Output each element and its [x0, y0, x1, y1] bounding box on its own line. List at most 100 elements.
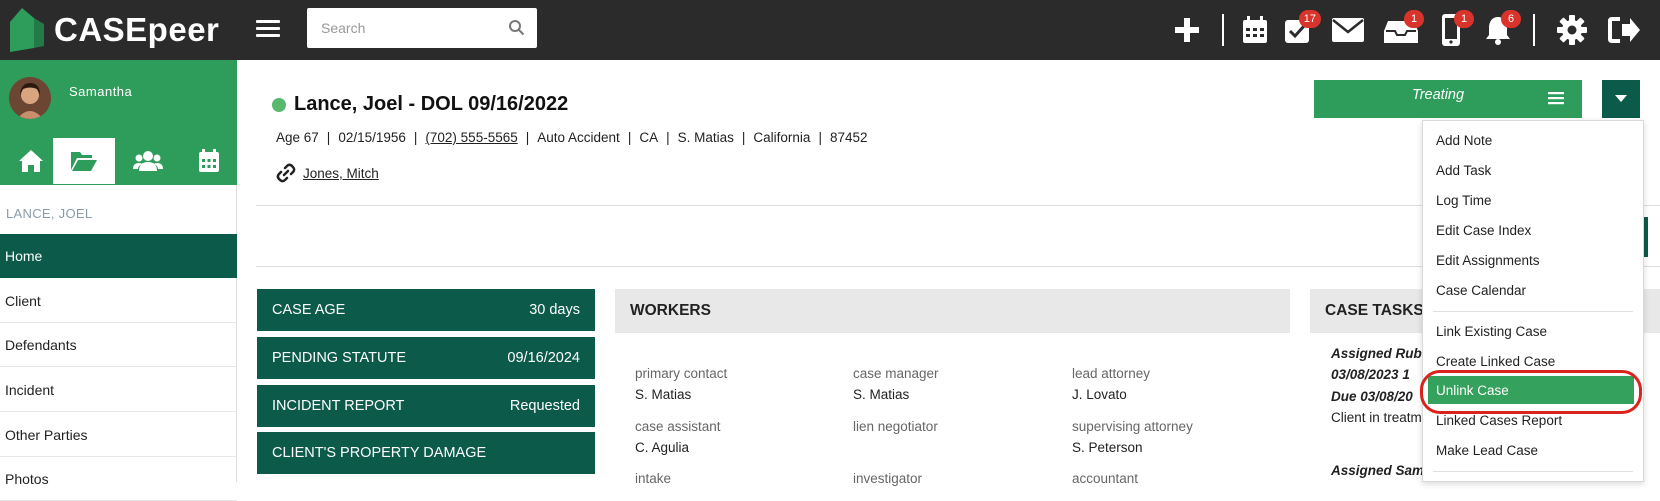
user-name: Samantha	[69, 84, 133, 99]
stat-value: Requested	[509, 398, 580, 414]
stat-incident-report[interactable]: INCIDENT REPORT Requested	[257, 385, 595, 427]
task-date: 03/08/2023 1	[1331, 367, 1410, 382]
stat-value: 09/16/2024	[507, 350, 580, 366]
folder-icon	[71, 152, 97, 171]
case-state: California	[753, 130, 811, 145]
stat-property-damage[interactable]: CLIENT'S PROPERTY DAMAGE	[257, 432, 595, 474]
sidebar-item-defendants[interactable]: Defendants	[0, 323, 237, 367]
worker-label: lien negotiator	[853, 419, 938, 434]
stat-case-age[interactable]: CASE AGE 30 days	[257, 289, 595, 331]
hamburger-icon[interactable]	[256, 16, 280, 40]
worker-value: C. Agulia	[635, 440, 690, 455]
stat-label: CASE AGE	[272, 302, 346, 318]
worker-value: S. Peterson	[1072, 440, 1143, 455]
workers-header: WORKERS	[615, 289, 1290, 333]
case-state-code: CA	[639, 130, 659, 145]
worker-label: case manager	[853, 366, 939, 381]
worker-value: S. Matias	[635, 387, 692, 402]
case-actions-dropdown-button[interactable]	[1602, 80, 1640, 118]
phone-badge: 1	[1454, 10, 1474, 28]
task-due: Due 03/08/20	[1331, 389, 1413, 404]
gear-icon[interactable]	[1555, 13, 1589, 47]
users-icon	[133, 151, 163, 171]
logo[interactable]: CASEpeer	[10, 6, 219, 54]
menu-item-link-existing-case[interactable]: Link Existing Case	[1423, 317, 1643, 345]
linked-contact-link[interactable]: Jones, Mitch	[303, 166, 379, 181]
sidebar-item-other-parties[interactable]: Other Parties	[0, 413, 237, 457]
calendar-icon[interactable]	[1238, 13, 1272, 47]
top-bar: CASEpeer 17 1 1 6	[0, 0, 1660, 60]
sidebar-item-home[interactable]: Home	[0, 234, 237, 278]
case-zip: 87452	[829, 130, 868, 145]
divider	[1533, 14, 1535, 46]
case-title: Lance, Joel - DOL 09/16/2022	[294, 93, 569, 115]
avatar[interactable]	[9, 77, 51, 119]
task-assigned: Assigned Rub	[1331, 346, 1422, 361]
case-age: Age 67	[276, 130, 319, 145]
phone-icon[interactable]: 1	[1434, 10, 1474, 47]
home-icon	[19, 150, 43, 172]
tab-cases[interactable]	[53, 138, 115, 184]
menu-item-add-task[interactable]: Add Task	[1423, 156, 1643, 184]
tasks-check-icon[interactable]: 17	[1281, 10, 1321, 47]
inbox-icon[interactable]: 1	[1384, 10, 1424, 47]
sidebar: Samantha LANCE, JOEL Home Client Defenda…	[0, 60, 237, 501]
case-phone-link[interactable]: (702) 555-5565	[425, 130, 517, 145]
stat-pending-statute[interactable]: PENDING STATUTE 09/16/2024	[257, 337, 595, 379]
notifications-badge: 6	[1501, 10, 1521, 28]
menu-divider	[1433, 311, 1633, 312]
search-box[interactable]	[307, 8, 537, 48]
worker-value: S. Matias	[853, 387, 910, 402]
stat-label: PENDING STATUTE	[272, 350, 406, 366]
case-status-dot	[272, 98, 286, 112]
linked-contact: Jones, Mitch	[276, 163, 379, 183]
case-dob: 02/15/1956	[338, 130, 406, 145]
mail-icon[interactable]	[1331, 13, 1365, 47]
menu-item-edit-assignments[interactable]: Edit Assignments	[1423, 246, 1643, 274]
menu-item-log-time[interactable]: Log Time	[1423, 186, 1643, 214]
case-assignee: S. Matias	[677, 130, 734, 145]
worker-label: intake	[635, 471, 672, 486]
worker-label: investigator	[853, 471, 923, 486]
menu-divider	[1433, 471, 1633, 472]
highlight-annotation	[1420, 370, 1642, 414]
inbox-badge: 1	[1404, 10, 1424, 28]
logo-icon	[10, 8, 44, 52]
bell-icon[interactable]: 6	[1481, 10, 1521, 47]
case-info-line: Age 67 | 02/15/1956 | (702) 555-5565 | Auto Ac…	[276, 130, 868, 145]
menu-item-case-calendar[interactable]: Case Calendar	[1423, 276, 1643, 304]
task-assigned: Assigned Sam	[1331, 463, 1425, 478]
calendar-tab-icon	[199, 149, 219, 172]
sidebar-header: Samantha	[0, 60, 237, 185]
menu-item-edit-case-index[interactable]: Edit Case Index	[1423, 216, 1643, 244]
logout-icon[interactable]	[1607, 13, 1641, 47]
sidebar-item-photos[interactable]: Photos	[0, 457, 237, 501]
stat-label: CLIENT'S PROPERTY DAMAGE	[272, 445, 487, 461]
tab-calendar[interactable]	[178, 138, 240, 184]
stat-value: 30 days	[529, 302, 580, 318]
app-name: CASEpeer	[54, 11, 220, 48]
worker-label: case assistant	[635, 419, 721, 434]
menu-item-make-lead-case[interactable]: Make Lead Case	[1423, 436, 1643, 464]
worker-label: primary contact	[635, 366, 728, 381]
menu-item-add-note[interactable]: Add Note	[1423, 126, 1643, 154]
task-description: Client in treatm	[1331, 410, 1422, 425]
case-type: Auto Accident	[537, 130, 620, 145]
case-actions-menu: Add Note Add Task Log Time Edit Case Ind…	[1422, 120, 1644, 482]
sidebar-case-name: LANCE, JOEL	[6, 206, 93, 221]
case-status-button[interactable]: Treating	[1314, 80, 1582, 118]
search-input[interactable]	[321, 8, 501, 48]
menu-lines-icon	[1548, 92, 1564, 105]
search-icon[interactable]	[508, 19, 525, 36]
tab-contacts[interactable]	[117, 138, 179, 184]
sidebar-item-client[interactable]: Client	[0, 279, 237, 323]
plus-icon[interactable]	[1170, 13, 1204, 47]
worker-label: lead attorney	[1072, 366, 1151, 381]
divider	[1222, 14, 1224, 46]
tasks-badge: 17	[1298, 10, 1321, 28]
worker-label: accountant	[1072, 471, 1139, 486]
worker-label: supervising attorney	[1072, 419, 1193, 434]
case-status-label: Treating	[1411, 87, 1465, 103]
sidebar-item-incident[interactable]: Incident	[0, 368, 237, 412]
worker-value: J. Lovato	[1072, 387, 1127, 402]
